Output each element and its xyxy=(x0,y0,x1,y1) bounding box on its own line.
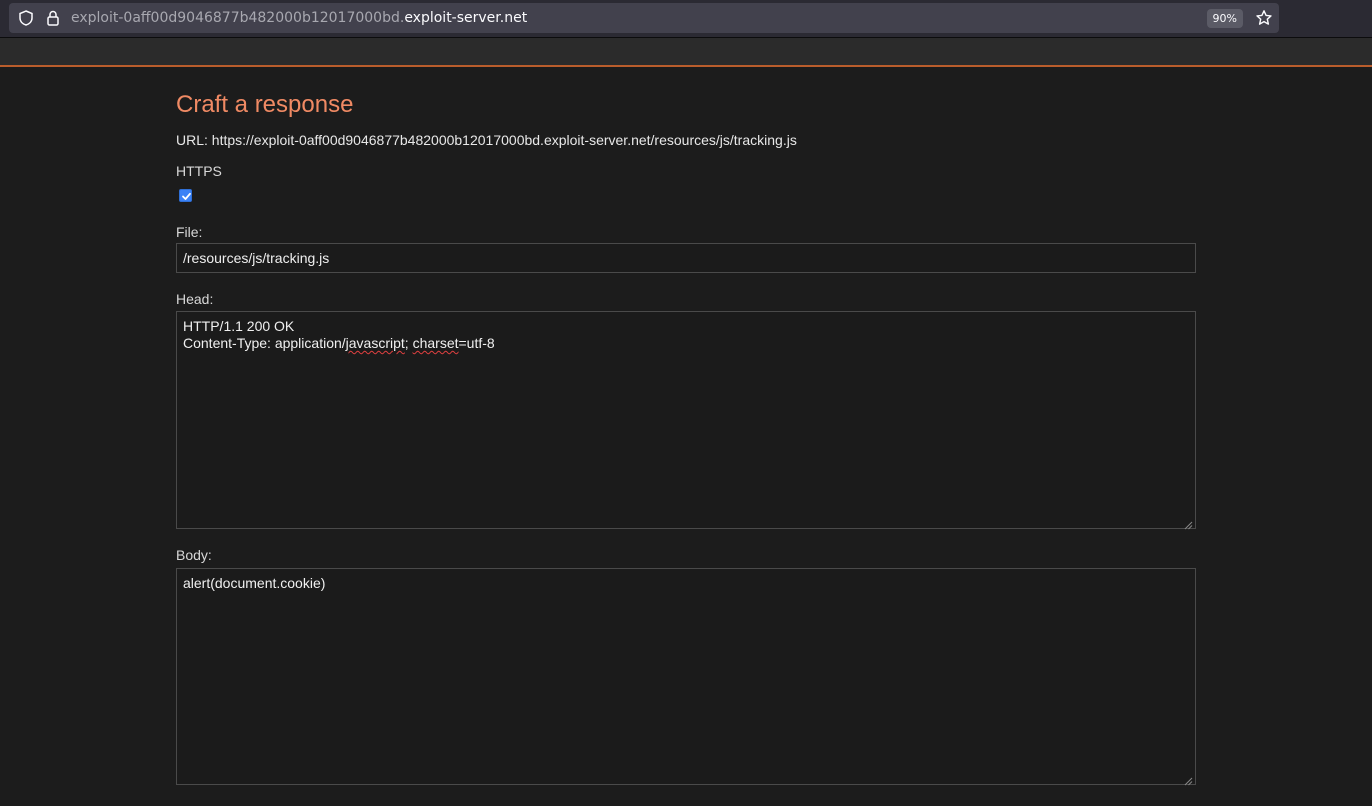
body-label: Body: xyxy=(176,547,212,563)
lock-icon[interactable] xyxy=(44,9,62,27)
url-text[interactable]: exploit-0aff00d9046877b482000b12017000bd… xyxy=(71,10,527,26)
browser-toolbar: exploit-0aff00d9046877b482000b12017000bd… xyxy=(0,0,1372,38)
file-input[interactable]: /resources/js/tracking.js xyxy=(176,243,1196,273)
body-textarea[interactable]: alert(document.cookie) xyxy=(176,568,1196,786)
misspelled-word: charset xyxy=(412,335,459,351)
body-content: alert(document.cookie) xyxy=(183,575,326,591)
https-checkbox[interactable] xyxy=(179,189,192,202)
resize-grip-icon[interactable] xyxy=(1184,773,1193,786)
https-label: HTTPS xyxy=(176,163,222,179)
page-title: Craft a response xyxy=(176,91,354,118)
shield-icon[interactable] xyxy=(17,9,35,27)
page-header-strip xyxy=(0,38,1372,67)
response-url: URL: https://exploit-0aff00d9046877b4820… xyxy=(176,132,797,148)
url-subdomain: exploit-0aff00d9046877b482000b12017000bd… xyxy=(71,10,405,26)
star-icon[interactable] xyxy=(1255,9,1273,27)
head-label: Head: xyxy=(176,291,214,307)
head-text: =utf-8 xyxy=(458,335,495,351)
head-text: Content-Type: application/ xyxy=(183,335,346,351)
url-domain: exploit-server.net xyxy=(404,10,528,26)
file-label: File: xyxy=(176,224,203,240)
head-textarea[interactable]: HTTP/1.1 200 OK Content-Type: applicatio… xyxy=(176,311,1196,530)
head-text: ; xyxy=(404,335,413,351)
misspelled-word: javascript xyxy=(345,335,405,351)
head-line-status: HTTP/1.1 200 OK xyxy=(183,318,295,334)
address-bar[interactable]: exploit-0aff00d9046877b482000b12017000bd… xyxy=(9,3,1279,33)
zoom-level-badge[interactable]: 90% xyxy=(1206,9,1243,28)
resize-grip-icon[interactable] xyxy=(1184,517,1193,530)
head-line-content-type: Content-Type: application/javascript; ch… xyxy=(183,335,1189,352)
